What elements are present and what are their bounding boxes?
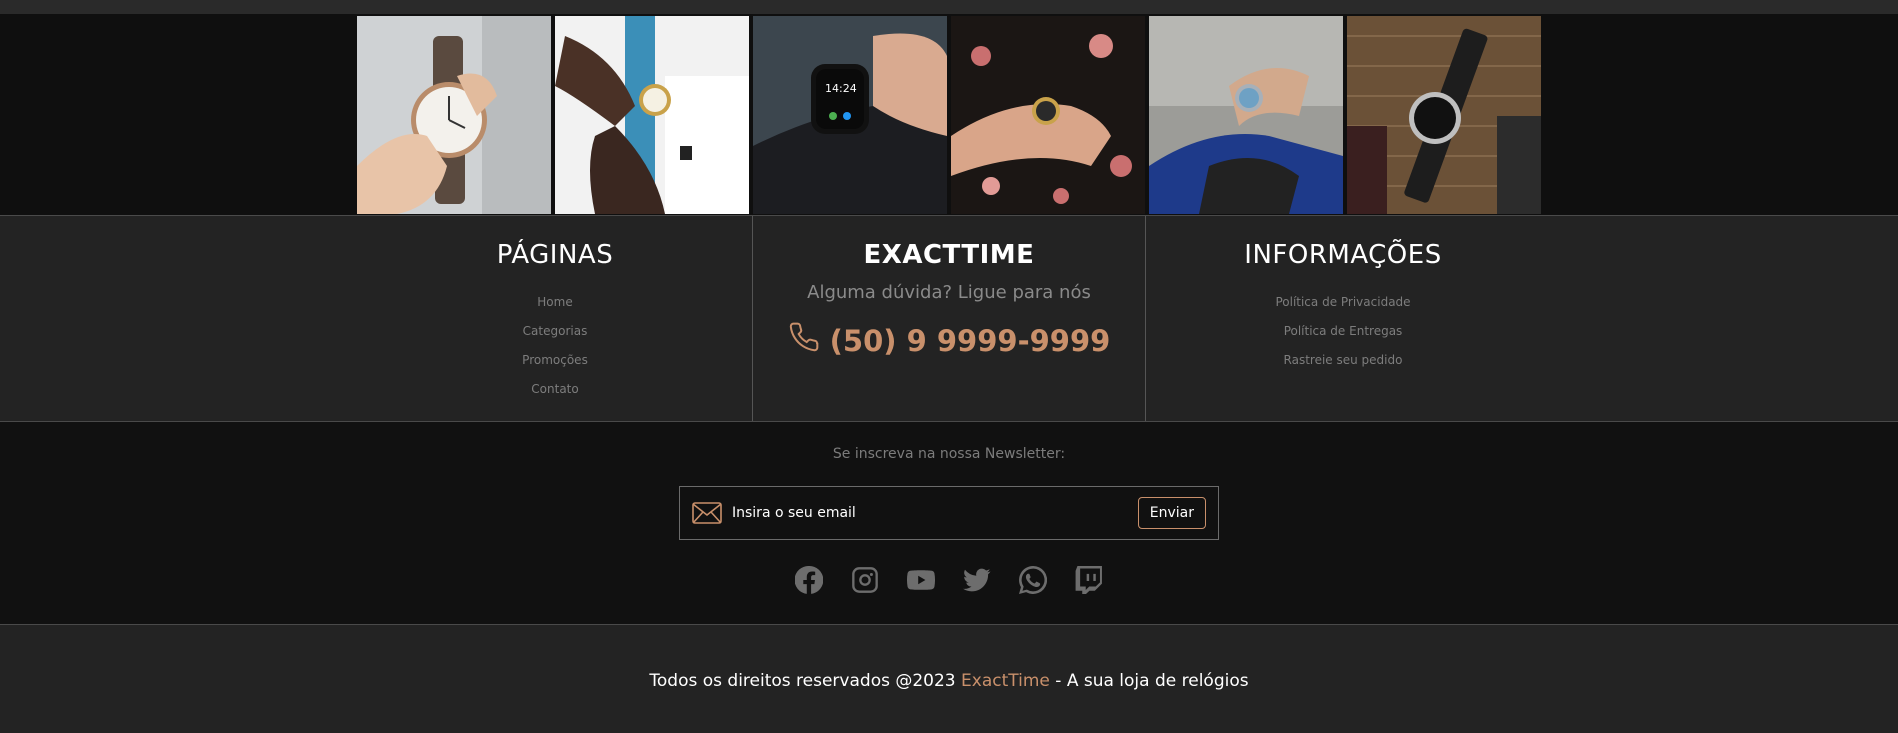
phone-number: (50) 9 9999-9999 (829, 323, 1111, 358)
pages-title: PÁGINAS (496, 240, 614, 270)
newsletter-form: Enviar (679, 486, 1219, 540)
instagram-icon[interactable] (851, 566, 879, 594)
link-entregas[interactable]: Política de Entregas (1146, 317, 1540, 346)
twitch-icon[interactable] (1075, 566, 1103, 594)
watch-photo-suit[interactable] (1149, 15, 1343, 214)
contact-question: Alguma dúvida? Ligue para nós (807, 282, 1091, 303)
social-links (0, 565, 1898, 594)
watch-photo-hand[interactable] (357, 15, 551, 214)
watch-photo-floral[interactable] (951, 15, 1145, 214)
svg-text:14:24: 14:24 (825, 82, 857, 95)
copyright-bar: Todos os direitos reservados @2023 Exact… (0, 625, 1898, 733)
top-strip (0, 0, 1898, 14)
watch-photo-smartwatch[interactable]: 14:24 (753, 15, 947, 214)
whatsapp-icon[interactable] (1019, 565, 1048, 594)
send-button[interactable]: Enviar (1137, 497, 1206, 529)
link-promocoes[interactable]: Promoções (358, 346, 752, 375)
link-privacidade[interactable]: Política de Privacidade (1146, 288, 1540, 317)
phone-icon (788, 321, 820, 360)
phone-number-link[interactable]: (50) 9 9999-9999 (753, 321, 1145, 360)
link-contato[interactable]: Contato (358, 375, 752, 404)
copyright-brand-link[interactable]: ExactTime (961, 671, 1050, 691)
twitter-icon[interactable] (963, 566, 991, 594)
newsletter-section: Se inscreva na nossa Newsletter: Enviar (0, 422, 1898, 625)
link-home[interactable]: Home (358, 288, 752, 317)
facebook-icon[interactable] (794, 565, 824, 594)
photo-gallery: 14:24 (0, 14, 1898, 216)
copyright-suffix: - A sua loja de relógios (1049, 671, 1249, 691)
footer-info: PÁGINAS Home Categorias Promoções Contat… (0, 216, 1898, 422)
watch-photo-cuff[interactable] (555, 15, 749, 214)
info-title: INFORMAÇÕES (1244, 240, 1442, 270)
info-column: INFORMAÇÕES Política de Privacidade Polí… (1146, 216, 1540, 421)
copyright-prefix: Todos os direitos reservados @2023 (649, 671, 962, 691)
link-rastreio[interactable]: Rastreie seu pedido (1146, 346, 1540, 375)
newsletter-label: Se inscreva na nossa Newsletter: (832, 446, 1066, 462)
brand-title: EXACTTIME (863, 240, 1035, 270)
email-input[interactable] (732, 505, 1138, 521)
envelope-icon (692, 502, 722, 524)
watch-photo-flatlay[interactable] (1347, 15, 1541, 214)
pages-column: PÁGINAS Home Categorias Promoções Contat… (358, 216, 752, 421)
brand-column: EXACTTIME Alguma dúvida? Ligue para nós … (752, 216, 1146, 421)
youtube-icon[interactable] (906, 566, 936, 594)
link-categorias[interactable]: Categorias (358, 317, 752, 346)
